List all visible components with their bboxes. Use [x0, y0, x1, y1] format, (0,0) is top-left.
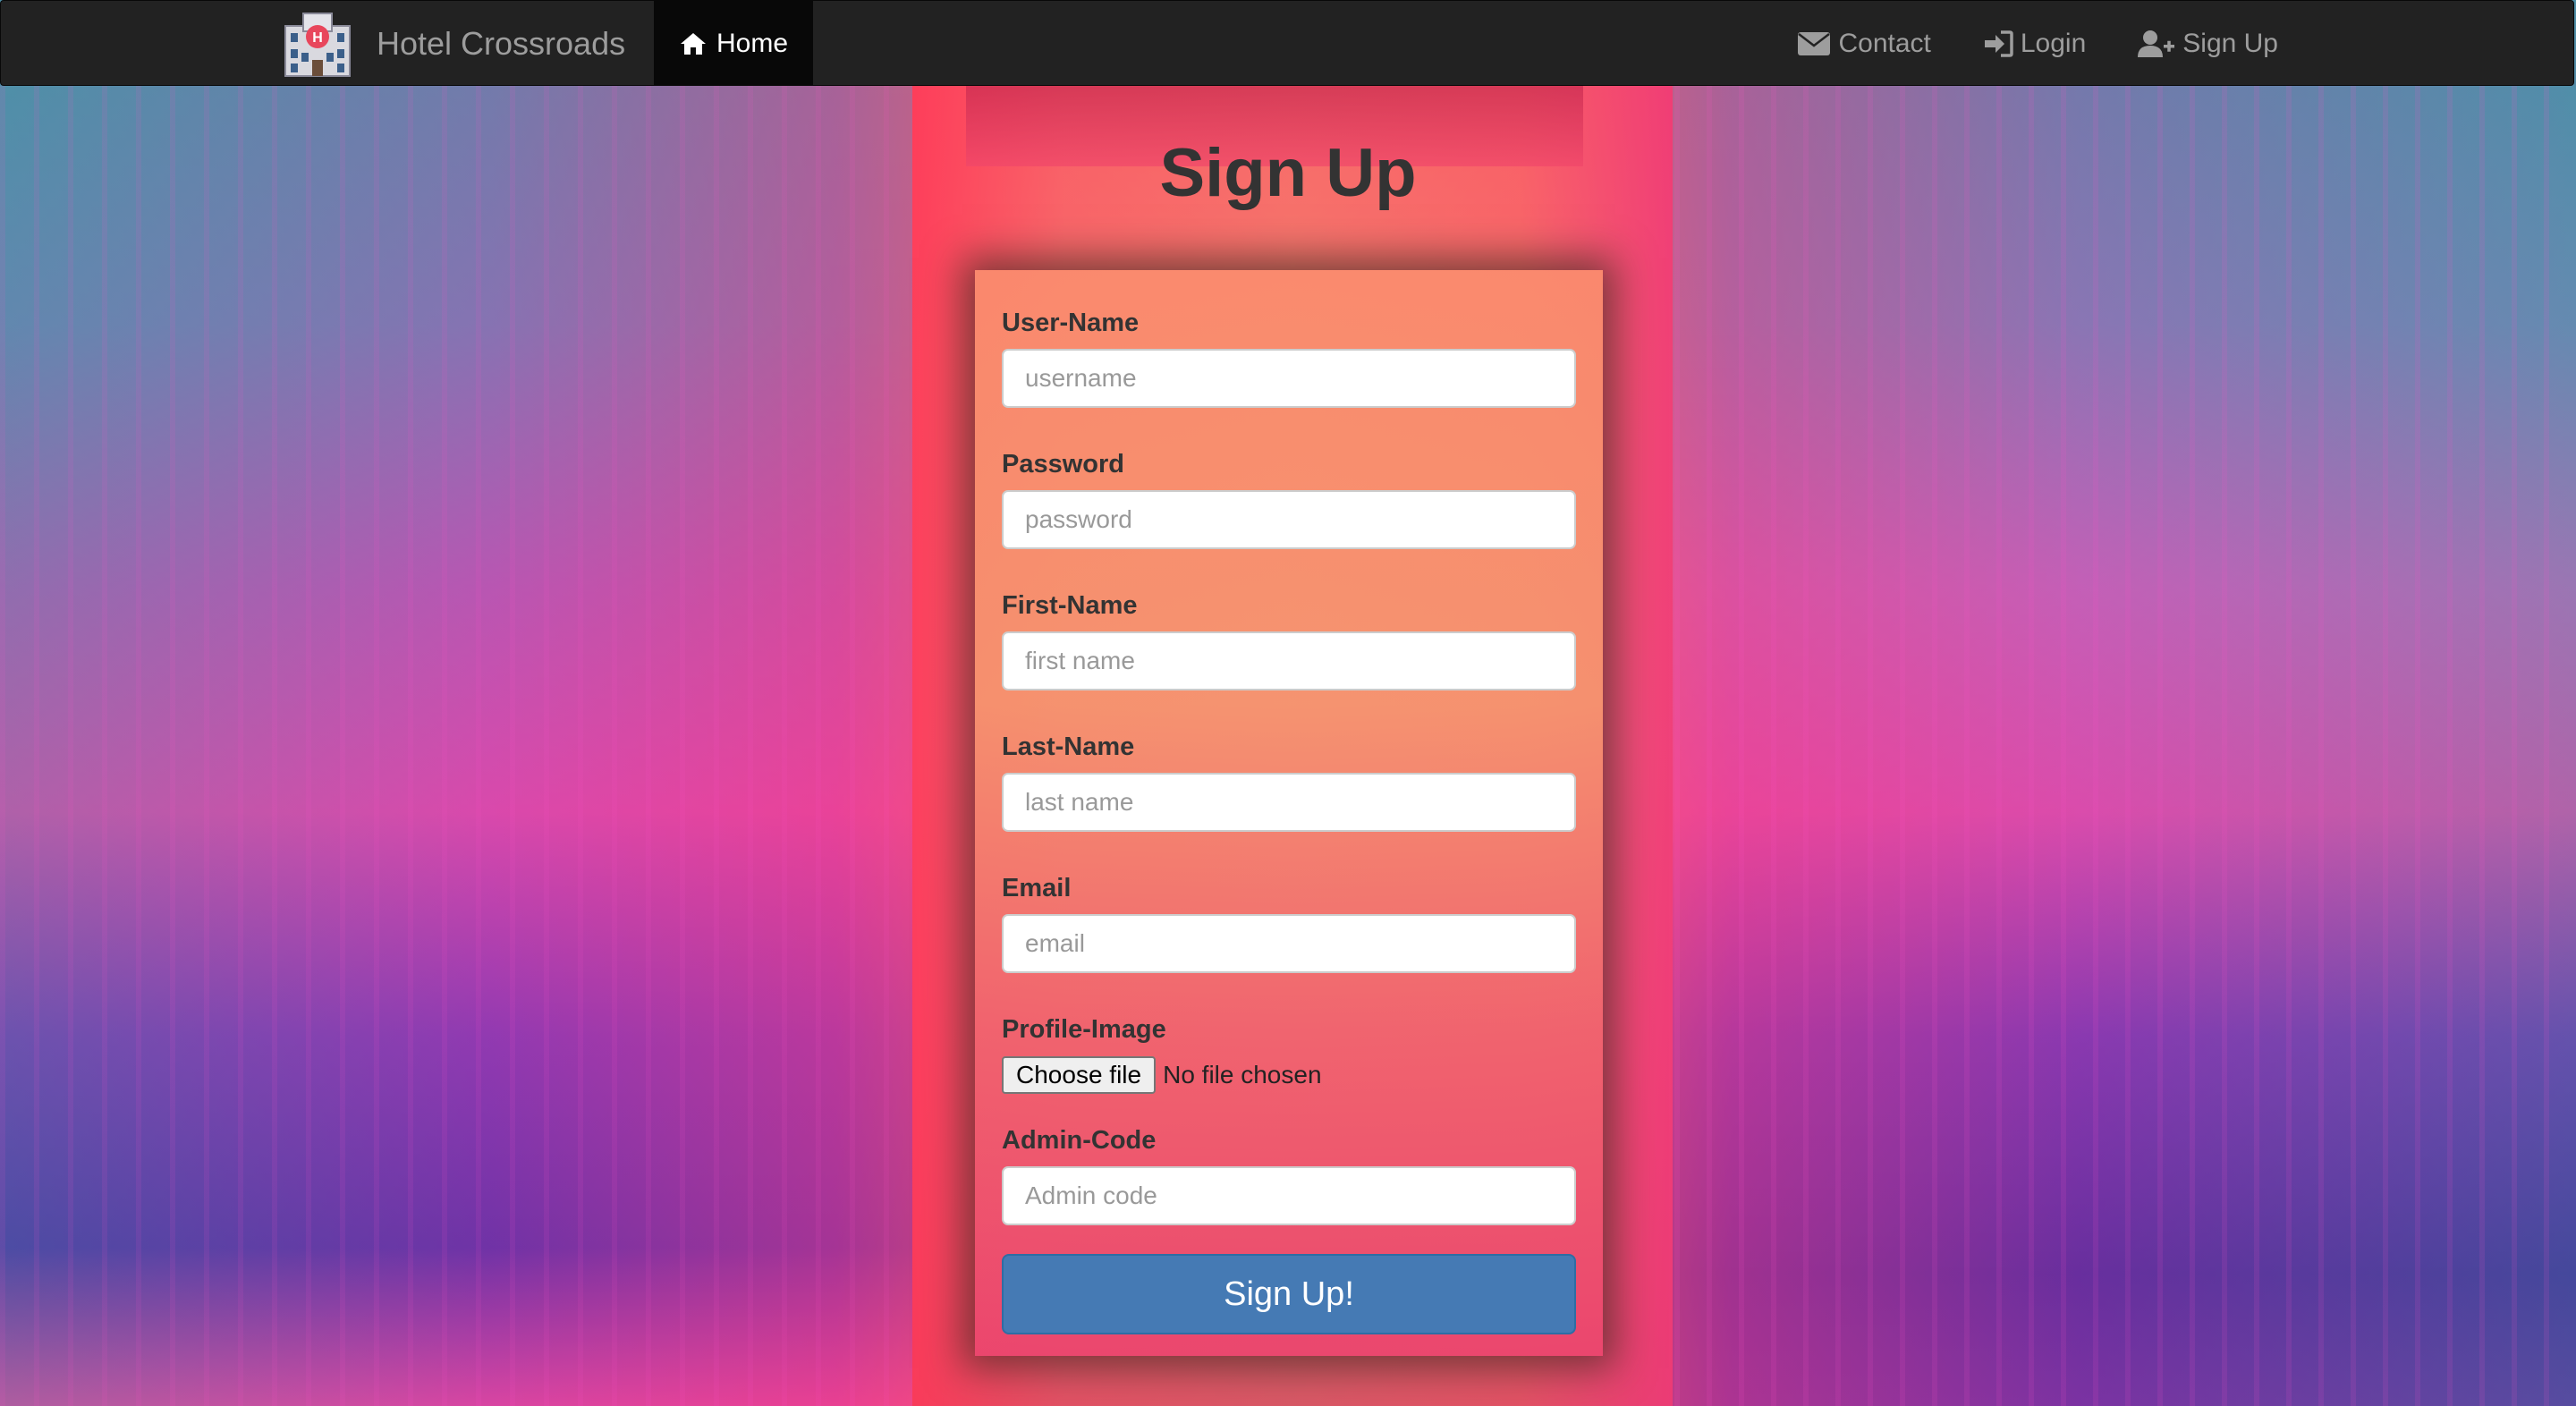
nav-signup-label: Sign Up: [2182, 28, 2278, 58]
email-label: Email: [1002, 874, 1072, 902]
password-input[interactable]: [1002, 490, 1576, 549]
username-label: User-Name: [1002, 309, 1140, 337]
sign-in-icon: [1984, 30, 2013, 57]
nav-login[interactable]: Login: [1983, 29, 2086, 59]
nav-home[interactable]: Home: [654, 1, 813, 86]
file-status: No file chosen: [1163, 1061, 1322, 1088]
admin-code-input[interactable]: [1002, 1166, 1576, 1225]
user-plus-icon: [2138, 30, 2175, 57]
first-name-input[interactable]: [1002, 631, 1576, 690]
brand-name: Hotel Crossroads: [377, 25, 626, 62]
admin-code-label: Admin-Code: [1002, 1126, 1157, 1155]
nav-signup[interactable]: Sign Up: [2138, 29, 2278, 59]
background-wall-right: [1583, 86, 2576, 1406]
navbar: H Hotel Crossroads Home Contact Login Si…: [0, 0, 2574, 86]
nav-right-group: Contact Login Sign Up: [1745, 1, 2278, 86]
envelope-icon: [1798, 31, 1831, 55]
profile-image-picker: Choose file No file chosen: [1002, 1055, 1576, 1095]
first-name-label: First-Name: [1002, 591, 1138, 620]
home-icon: [680, 32, 706, 55]
profile-image-label: Profile-Image: [1002, 1015, 1166, 1044]
signup-submit-button[interactable]: Sign Up!: [1002, 1254, 1576, 1334]
nav-contact-label: Contact: [1838, 28, 1931, 58]
page-title: Sign Up: [1159, 135, 1417, 211]
nav-home-label: Home: [716, 28, 789, 58]
choose-file-button[interactable]: Choose file: [1002, 1056, 1157, 1094]
hotel-icon: H: [280, 10, 355, 78]
signup-form: User-Name Password First-Name Last-Name …: [975, 270, 1603, 1356]
brand-link[interactable]: H Hotel Crossroads: [280, 10, 625, 78]
nav-login-label: Login: [2020, 28, 2087, 58]
password-label: Password: [1002, 450, 1124, 479]
last-name-label: Last-Name: [1002, 733, 1135, 761]
background-wall-left: [0, 86, 984, 1406]
nav-contact[interactable]: Contact: [1797, 28, 1931, 59]
email-input[interactable]: [1002, 914, 1576, 973]
svg-text:H: H: [312, 30, 323, 46]
last-name-input[interactable]: [1002, 773, 1576, 832]
username-input[interactable]: [1002, 349, 1576, 408]
